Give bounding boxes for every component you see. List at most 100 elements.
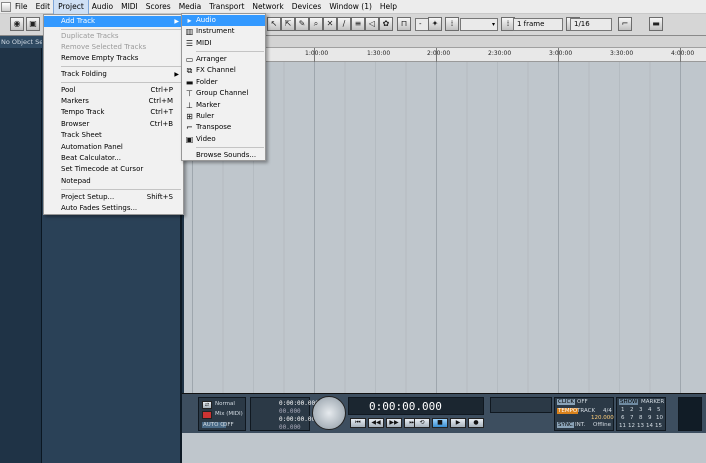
cycle-record-icon[interactable]	[202, 411, 212, 419]
menu-item-project-setup[interactable]: Project Setup... Shift+S	[44, 192, 183, 203]
menu-item-ruler[interactable]: ⊞ Ruler	[182, 111, 265, 122]
menu-item-auto-fades[interactable]: Auto Fades Settings...	[44, 203, 183, 214]
record-mode-icon[interactable]: ⇄	[202, 401, 212, 409]
color-icon[interactable]: ✿	[379, 17, 393, 31]
marker-13[interactable]: 13	[637, 423, 644, 429]
range-select-icon[interactable]: ⇱	[281, 17, 295, 31]
marker-11[interactable]: 11	[619, 423, 626, 429]
ruler-tick: 1:30:00	[367, 50, 391, 57]
menu-item-automation-panel[interactable]: Automation Panel	[44, 142, 183, 153]
snap-type-select[interactable]: ▾	[460, 18, 498, 31]
menu-item-browse-sounds[interactable]: Browse Sounds...	[182, 150, 265, 161]
activate-project-icon[interactable]: ◉	[10, 17, 24, 31]
marker-6[interactable]: 6	[621, 415, 625, 421]
menu-item-fx-channel[interactable]: ⧉ FX Channel	[182, 65, 265, 76]
menu-item-tempo-track[interactable]: Tempo Track Ctrl+T	[44, 107, 183, 118]
rewind-button[interactable]: ◀◀	[368, 418, 384, 428]
menu-item-beat-calculator[interactable]: Beat Calculator...	[44, 153, 183, 164]
menu-devices[interactable]: Devices	[288, 0, 326, 14]
menu-item-midi[interactable]: ☰ MIDI	[182, 38, 265, 49]
menu-item-folder[interactable]: ▬ Folder	[182, 77, 265, 88]
show-marker-button[interactable]: SHOW	[619, 399, 639, 405]
menu-window[interactable]: Window (1)	[325, 0, 376, 14]
main-time-readout[interactable]: 0:00:00.000	[369, 400, 442, 413]
menu-project[interactable]: Project	[53, 0, 89, 15]
snap-icon[interactable]: ✦	[428, 17, 442, 31]
menu-item-arranger[interactable]: ▭ Arranger	[182, 54, 265, 65]
play-icon[interactable]: ◁	[365, 17, 379, 31]
play-button[interactable]: ▶	[450, 418, 466, 428]
marker-nav-block[interactable]	[490, 397, 552, 413]
forward-button[interactable]: ▶▶	[386, 418, 402, 428]
go-to-start-button[interactable]: ⏮	[350, 418, 366, 428]
menu-audio[interactable]: Audio	[88, 0, 117, 14]
marker-7[interactable]: 7	[630, 415, 634, 421]
marker-9[interactable]: 9	[648, 415, 652, 421]
menu-item-remove-empty-tracks[interactable]: Remove Empty Tracks	[44, 53, 183, 64]
object-select-icon[interactable]: ↖	[267, 17, 281, 31]
quantize-select[interactable]: 1/16	[570, 18, 612, 31]
menu-separator	[61, 189, 181, 190]
menu-item-add-track[interactable]: Add Track ▶	[44, 16, 183, 27]
ruler-tick: 1:00:00	[305, 50, 329, 57]
draw-icon[interactable]: ∕	[337, 17, 351, 31]
ruler-tick: 3:00:00	[549, 50, 573, 57]
grid-type-select[interactable]: 1 frame	[513, 18, 563, 31]
marker-label: MARKER	[641, 399, 665, 405]
marker-15[interactable]: 15	[655, 423, 662, 429]
marker-8[interactable]: 8	[639, 415, 643, 421]
marker-3[interactable]: 3	[639, 407, 643, 413]
split-icon[interactable]: ✎	[295, 17, 309, 31]
menu-item-track-folding[interactable]: Track Folding ▶	[44, 69, 183, 80]
marker-2[interactable]: 2	[630, 407, 634, 413]
menu-item-set-timecode[interactable]: Set Timecode at Cursor	[44, 164, 183, 175]
constrain-delay-icon[interactable]: ▣	[26, 17, 40, 31]
menu-transport[interactable]: Transport	[205, 0, 248, 14]
menu-scores[interactable]: Scores	[142, 0, 175, 14]
marker-14[interactable]: 14	[646, 423, 653, 429]
menu-item-group-channel[interactable]: ⊤ Group Channel	[182, 88, 265, 99]
record-button[interactable]: ●	[468, 418, 484, 428]
menu-item-track-sheet[interactable]: Track Sheet	[44, 130, 183, 141]
app-icon[interactable]	[1, 1, 11, 12]
snap-mode-icon[interactable]: ⁞	[445, 17, 459, 31]
menu-item-audio[interactable]: ▸ Audio	[182, 15, 265, 26]
menu-item-markers[interactable]: Markers Ctrl+M	[44, 96, 183, 107]
tempo-label[interactable]: TEMPO	[557, 408, 579, 414]
marker-12[interactable]: 12	[628, 423, 635, 429]
record-mode-mix[interactable]: Mix (MIDI)	[215, 411, 243, 417]
left-locator-small: 00.000	[279, 408, 301, 415]
menu-item-browser[interactable]: Browser Ctrl+B	[44, 119, 183, 130]
click-state: OFF	[577, 399, 588, 405]
color-menu-icon[interactable]: ▬	[649, 17, 663, 31]
menu-item-transpose[interactable]: ⌐ Transpose	[182, 122, 265, 133]
menu-item-instrument[interactable]: ▥ Instrument	[182, 26, 265, 37]
menu-network[interactable]: Network	[248, 0, 287, 14]
marker-10[interactable]: 10	[656, 415, 663, 421]
menu-item-notepad[interactable]: Notepad	[44, 176, 183, 187]
record-mode-normal[interactable]: Normal	[215, 401, 235, 407]
locators-block: 0:00:00.000 00.000 0:00:00.000 00.000	[250, 397, 319, 431]
menu-edit[interactable]: Edit	[32, 0, 55, 14]
menu-file[interactable]: File	[11, 0, 32, 14]
menu-item-pool[interactable]: Pool Ctrl+P	[44, 85, 183, 96]
marker-4[interactable]: 4	[648, 407, 652, 413]
stop-button[interactable]: ■	[432, 418, 448, 428]
marker-5[interactable]: 5	[657, 407, 661, 413]
menu-midi[interactable]: MIDI	[117, 0, 142, 14]
line-icon[interactable]: ≡	[351, 17, 365, 31]
marker-1[interactable]: 1	[621, 407, 625, 413]
menu-item-marker[interactable]: ⊥ Marker	[182, 100, 265, 111]
menu-item-video[interactable]: ▣ Video	[182, 134, 265, 145]
sync-label[interactable]: SYNC	[557, 422, 574, 428]
quantize-apply-icon[interactable]: ⌐	[618, 17, 632, 31]
nudge-icon[interactable]: ⊓	[397, 17, 411, 31]
menu-media[interactable]: Media	[175, 0, 206, 14]
bpm-value: 120.000	[591, 415, 614, 421]
menu-help[interactable]: Help	[376, 0, 401, 14]
zoom-icon[interactable]: ⌕	[309, 17, 323, 31]
click-label[interactable]: CLICK	[557, 399, 575, 405]
mute-icon[interactable]: ✕	[323, 17, 337, 31]
jog-wheel[interactable]	[312, 396, 346, 430]
cycle-button[interactable]: ⟲	[414, 418, 430, 428]
